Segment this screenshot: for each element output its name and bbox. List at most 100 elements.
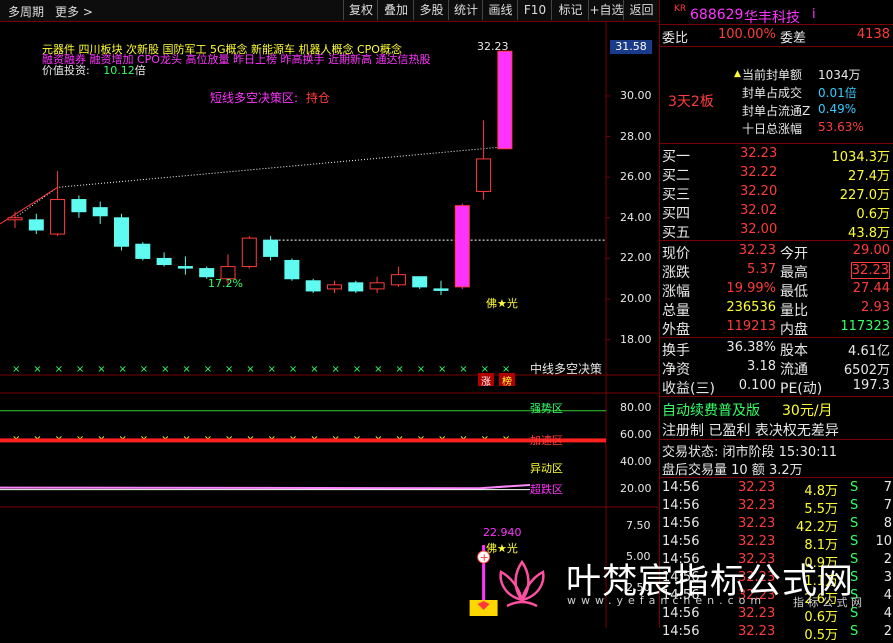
tick-count: 2 — [883, 624, 892, 639]
buy-volume: 27.4万 — [848, 169, 890, 184]
quote-value: 117323 — [840, 319, 890, 334]
quote-value: 29.00 — [852, 243, 890, 258]
tick-side: S — [850, 534, 859, 549]
tick-row: 14:56 32.23 5.5万 S 7 — [660, 498, 893, 517]
fund-value: 6502万 — [843, 363, 890, 378]
cross-marker: × — [33, 364, 41, 375]
quote-label: 量比 — [780, 303, 808, 319]
cross-marker: × — [55, 364, 63, 375]
tick-count: 4 — [883, 606, 892, 621]
tick-count: 4 — [883, 588, 892, 603]
candle — [412, 276, 428, 289]
tick-count: 8 — [883, 516, 892, 531]
tick-price: 32.23 — [738, 534, 776, 549]
candle — [263, 236, 279, 261]
chevron-right-icon: > — [82, 5, 93, 19]
toolbar-button-3[interactable]: 多股 — [413, 0, 449, 20]
buy-order-row[interactable]: 买四 32.02 0.6万 — [660, 203, 893, 222]
quote-row: 外盘 119213 内盘 117323 — [660, 319, 893, 338]
buy-price: 32.23 — [740, 146, 778, 161]
cross-marker: × — [417, 364, 425, 375]
stock-code: 688629 — [690, 7, 744, 23]
toolbar-button-5[interactable]: 画线 — [482, 0, 518, 20]
quote-value: 19.99% — [726, 281, 776, 296]
star-signal-label: 佛★光 — [486, 297, 518, 310]
buy-volume: 43.8万 — [848, 226, 890, 241]
billboard-tag: 榜 — [499, 373, 515, 388]
cross-marker: × — [97, 364, 105, 375]
fund-label: 收益(三) — [662, 381, 715, 397]
quote-value: 32.23 — [850, 262, 890, 279]
buy-order-row[interactable]: 买三 32.20 227.0万 — [660, 184, 893, 203]
tick-price: 32.23 — [738, 624, 776, 639]
fund-row: 净资 3.18 流通 6502万 — [660, 359, 893, 378]
toolbar-button-9[interactable]: 返回 — [623, 0, 659, 20]
candle — [454, 203, 470, 289]
osc-axis-label: 80.00 — [620, 401, 652, 414]
toolbar-button-8[interactable]: +自选 — [588, 0, 624, 20]
quote-label: 最低 — [780, 284, 808, 300]
kline-chart[interactable]: ××××××××××××××××××××××××××××××××××××××××… — [0, 21, 658, 628]
buy-order-row[interactable]: 买五 32.00 43.8万 — [660, 222, 893, 241]
watermark-logo — [487, 552, 557, 612]
registration-info: 注册制 已盈利 表决权无差异 — [662, 423, 839, 439]
period-menu[interactable]: 多周期 — [8, 3, 44, 20]
cross-marker: × — [268, 364, 276, 375]
tick-volume: 0.5万 — [804, 628, 838, 643]
fund-label: 净资 — [662, 362, 690, 378]
quote-label: 涨幅 — [662, 284, 690, 300]
buy-label: 买三 — [662, 187, 690, 203]
candle — [348, 280, 364, 293]
osc-accel-band — [0, 438, 606, 443]
quote-value: 27.44 — [852, 281, 890, 296]
quote-row: 总量 236536 量比 2.93 — [660, 300, 893, 319]
kr-tag: KR — [674, 4, 687, 14]
seal-stat-row: 封单占成交 0.01倍 — [660, 84, 893, 102]
value-number: 10.12 — [103, 64, 135, 77]
percent-label: 17.2% — [208, 277, 243, 290]
buy-price: 32.00 — [740, 222, 778, 237]
buy-order-row[interactable]: 买一 32.23 1034.3万 — [660, 146, 893, 165]
quote-value: 2.93 — [861, 300, 890, 315]
cross-marker: × — [76, 364, 84, 375]
more-menu[interactable]: 更多 > — [55, 3, 93, 20]
tick-side: S — [850, 624, 859, 639]
weicha-label: 委差 — [780, 31, 807, 46]
toolbar-button-4[interactable]: 统计 — [448, 0, 483, 20]
buy-order-row[interactable]: 买二 32.22 27.4万 — [660, 165, 893, 184]
cross-marker: × — [438, 364, 446, 375]
tick-side: S — [850, 480, 859, 495]
quote-label: 内盘 — [780, 322, 808, 338]
toolbar-button-1[interactable]: 复权 — [343, 0, 378, 20]
sub-value-label: 22.940 — [483, 526, 522, 539]
toolbar-button-2[interactable]: 叠加 — [377, 0, 414, 20]
zone-strong-label: 强势区 — [530, 402, 563, 415]
candle — [305, 278, 321, 293]
watermark-url: www.yefanchen.com — [567, 594, 767, 607]
quote-row: 涨幅 19.99% 最低 27.44 — [660, 281, 893, 300]
after-hours-volume: 盘后交易量 10 额 3.2万 — [662, 463, 803, 478]
tick-volume: 5.5万 — [804, 502, 838, 517]
promo-banner[interactable]: 自动续费普及版 30元/月 — [660, 400, 893, 419]
lotus-icon — [499, 559, 545, 608]
quote-value: 5.37 — [747, 262, 776, 277]
tick-count: 2 — [883, 552, 892, 567]
quote-value: 119213 — [726, 319, 776, 334]
cross-marker: × — [12, 364, 20, 375]
toolbar-button-7[interactable]: 标记 — [551, 0, 589, 20]
zone-abnormal-label: 异动区 — [530, 462, 563, 475]
cross-marker: × — [182, 364, 190, 375]
price-axis-label: 22.00 — [620, 251, 652, 265]
candle — [114, 213, 129, 251]
cross-marker: × — [161, 364, 169, 375]
candle — [71, 195, 87, 218]
info-icon[interactable]: i — [812, 7, 816, 22]
seal-stat-value: 1034万 — [818, 68, 861, 82]
price-axis-label: 28.00 — [620, 129, 652, 143]
seal-stat-label: 封单占流通Z — [742, 104, 811, 118]
buy-label: 买五 — [662, 225, 690, 241]
buy-price: 32.20 — [740, 184, 778, 199]
decision-label: 短线多空决策区: — [210, 91, 299, 105]
tick-volume: 42.2万 — [796, 520, 838, 535]
toolbar-button-6[interactable]: F10 — [517, 0, 552, 20]
